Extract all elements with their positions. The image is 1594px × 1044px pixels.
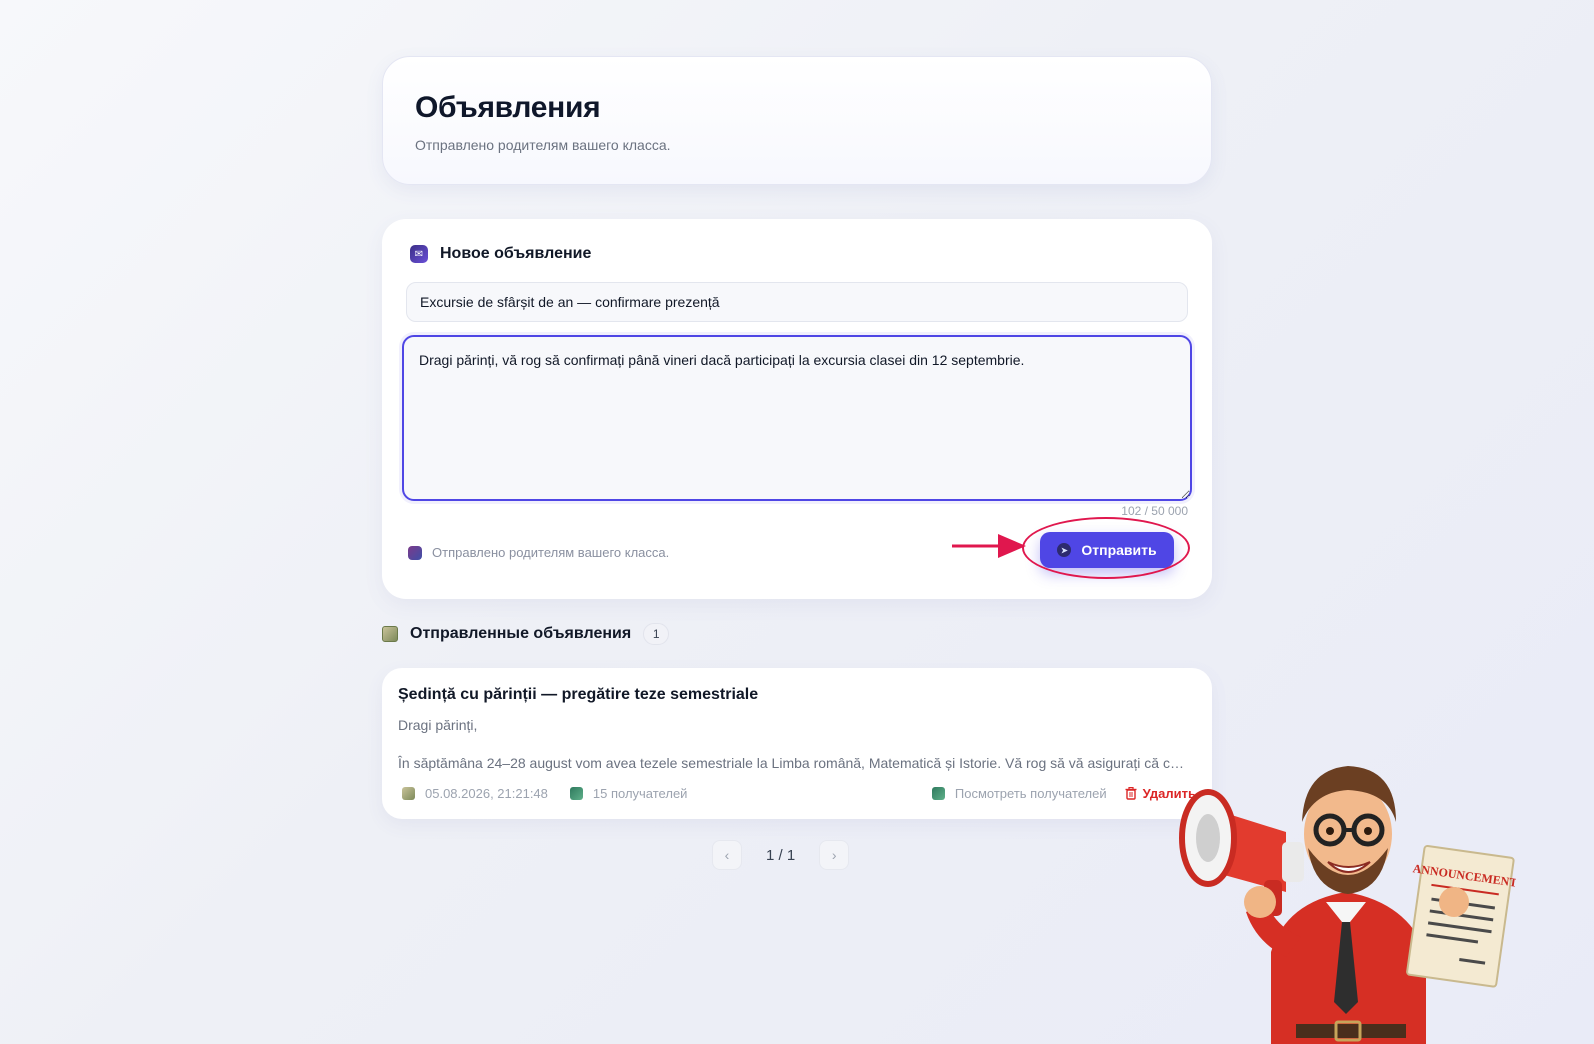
message-textarea[interactable]: Dragi părinți, vă rog să confirmați până… <box>402 335 1192 501</box>
header-card: Объявления Отправлено родителям вашего к… <box>382 56 1212 185</box>
send-button[interactable]: ➤ Отправить <box>1040 532 1174 568</box>
audience-note-text: Отправлено родителям вашего класса. <box>432 545 670 560</box>
trash-icon <box>1125 787 1137 800</box>
page-indicator: 1 / 1 <box>766 846 796 864</box>
sent-count-badge: 1 <box>643 623 670 645</box>
chevron-right-icon: › <box>831 847 837 863</box>
chevron-left-icon: ‹ <box>724 847 730 863</box>
subject-input[interactable] <box>406 282 1188 322</box>
send-button-label: Отправить <box>1081 542 1157 558</box>
announcement-greeting: Dragi părinți, <box>398 717 478 733</box>
sent-announcements-header: Отправленные объявления 1 <box>382 623 670 645</box>
recipients-icon <box>569 787 583 800</box>
announcement-date-text: 05.08.2026, 21:21:48 <box>425 786 548 801</box>
page-subtitle: Отправлено родителям вашего класса. <box>415 137 671 153</box>
announcement-item: Ședință cu părinții — pregătire teze sem… <box>382 668 1212 819</box>
announcement-date: 05.08.2026, 21:21:48 <box>402 786 548 801</box>
sent-announcements-title: Отправленные объявления <box>410 625 632 642</box>
pagination: ‹ 1 / 1 › <box>712 840 850 870</box>
notebook-icon <box>382 626 398 642</box>
character-counter: 102 / 50 000 <box>1121 504 1188 518</box>
audience-note: Отправлено родителям вашего класса. <box>408 545 669 560</box>
teacher-mascot-illustration: ANNOUNCEMENT! <box>1179 766 1516 1044</box>
page-title: Объявления <box>415 91 601 124</box>
announcement-recipients-text: 15 получателей <box>592 786 688 801</box>
calendar-icon <box>402 787 415 800</box>
view-recipients-label: Посмотреть получателей <box>954 786 1107 801</box>
announcement-meta: 05.08.2026, 21:21:48 15 получателей Посм… <box>402 786 1196 801</box>
parents-icon <box>408 545 422 560</box>
new-announcement-card: ✉ Новое объявление Dragi părinți, vă rog… <box>382 219 1212 599</box>
next-page-button[interactable]: › <box>819 840 850 870</box>
megaphone-illustration <box>1179 789 1304 916</box>
announcement-preview: În săptămâna 24–28 august vom avea tezel… <box>398 755 1188 771</box>
composer-header: ✉ Новое объявление <box>410 245 591 263</box>
users-icon <box>931 787 945 800</box>
view-recipients-link[interactable]: Посмотреть получателей <box>931 786 1107 801</box>
paper-plane-icon: ➤ <box>1057 543 1072 557</box>
previous-page-button[interactable]: ‹ <box>712 840 742 870</box>
annotation-arrow-icon <box>952 534 1026 558</box>
composer-title: Новое объявление <box>440 245 592 262</box>
announcement-recipients: 15 получателей <box>569 786 688 801</box>
megaphone-icon: ✉ <box>410 245 428 263</box>
announcement-title: Ședință cu părinții — pregătire teze sem… <box>398 686 759 703</box>
